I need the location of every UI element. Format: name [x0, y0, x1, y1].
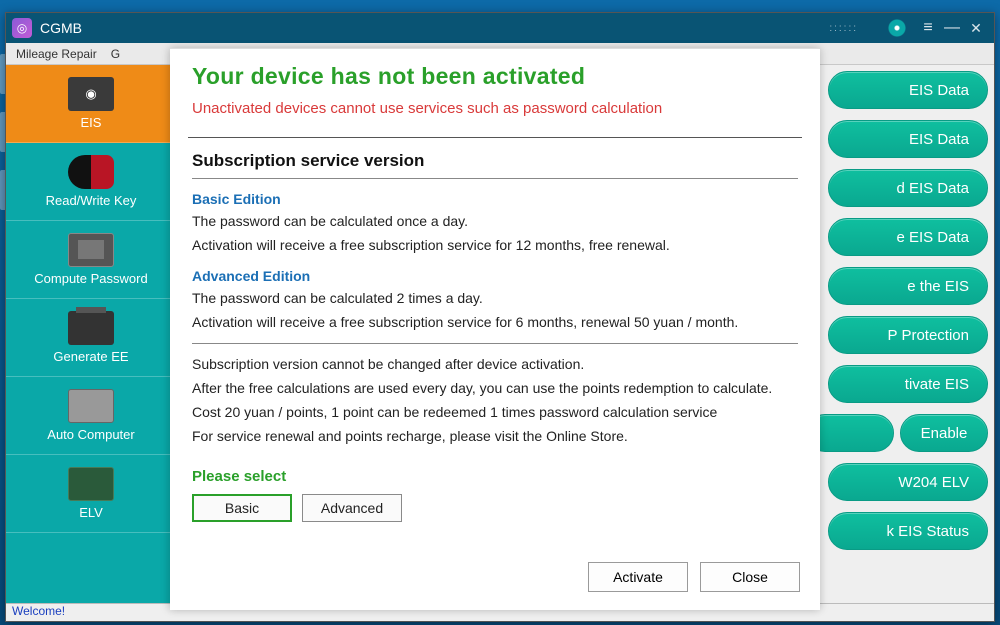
activate-button[interactable]: Activate: [588, 562, 688, 592]
minimize-button[interactable]: —: [940, 19, 964, 37]
note-3: Cost 20 yuan / points, 1 point can be re…: [192, 402, 798, 424]
action-button[interactable]: tivate EIS: [828, 365, 988, 403]
divider: [192, 343, 798, 344]
app-title: CGMB: [40, 20, 82, 36]
action-button[interactable]: P Protection: [828, 316, 988, 354]
app-logo-icon: ◎: [12, 18, 32, 38]
disc-icon: [886, 17, 908, 39]
note-4: For service renewal and points recharge,…: [192, 426, 798, 448]
option-basic[interactable]: Basic: [192, 494, 292, 522]
menu-item-g[interactable]: G: [111, 47, 120, 61]
basic-line1: The password can be calculated once a da…: [192, 211, 798, 233]
adv-line2: Activation will receive a free subscript…: [192, 312, 798, 334]
advanced-edition-title: Advanced Edition: [192, 266, 798, 288]
sidebar-item-label: EIS: [81, 115, 102, 130]
ecu-icon: [68, 389, 114, 423]
board-icon: [68, 467, 114, 501]
action-button[interactable]: e EIS Data: [828, 218, 988, 256]
sidebar-item-label: Read/Write Key: [46, 193, 137, 208]
sidebar-item-label: Generate EE: [53, 349, 128, 364]
action-button[interactable]: e the EIS: [828, 267, 988, 305]
action-button[interactable]: W204 ELV: [828, 463, 988, 501]
titlebar[interactable]: ◎ CGMB :::::: ≡ — ✕: [6, 13, 994, 43]
sidebar-item-generateee[interactable]: Generate EE: [6, 299, 176, 377]
dialog-title: Your device has not been activated: [192, 63, 798, 90]
menu-item-mileage[interactable]: Mileage Repair: [16, 47, 97, 61]
basic-line2: Activation will receive a free subscript…: [192, 235, 798, 257]
enable-button[interactable]: Enable: [900, 414, 988, 452]
sidebar-item-computepassword[interactable]: Compute Password: [6, 221, 176, 299]
sidebar-item-eis[interactable]: ◉ EIS: [6, 65, 176, 143]
action-button[interactable]: d EIS Data: [828, 169, 988, 207]
sidebar-item-label: Compute Password: [34, 271, 147, 286]
sidebar-item-elv[interactable]: ELV: [6, 455, 176, 533]
action-button[interactable]: k EIS Status: [828, 512, 988, 550]
activation-dialog: Your device has not been activated Unact…: [170, 48, 820, 610]
close-window-button[interactable]: ✕: [964, 20, 988, 37]
key-icon: [68, 155, 114, 189]
sidebar-item-label: ELV: [79, 505, 103, 520]
section-title: Subscription service version: [192, 148, 798, 174]
note-1: Subscription version cannot be changed a…: [192, 354, 798, 376]
action-button[interactable]: EIS Data: [828, 120, 988, 158]
note-2: After the free calculations are used eve…: [192, 378, 798, 400]
divider: [192, 178, 798, 179]
status-text: Welcome!: [12, 604, 65, 618]
sidebar-item-autocomputer[interactable]: Auto Computer: [6, 377, 176, 455]
dialog-warning: Unactivated devices cannot use services …: [192, 100, 798, 117]
adv-line1: The password can be calculated 2 times a…: [192, 288, 798, 310]
menu-icon[interactable]: ≡: [916, 19, 940, 37]
action-column: EIS Data EIS Data d EIS Data e EIS Data …: [820, 65, 994, 603]
camera-icon: ◉: [68, 77, 114, 111]
chip-icon: [68, 233, 114, 267]
please-select-label: Please select: [192, 465, 798, 488]
sidebar-item-label: Auto Computer: [47, 427, 134, 442]
printer-icon: [68, 311, 114, 345]
close-button[interactable]: Close: [700, 562, 800, 592]
option-advanced[interactable]: Advanced: [302, 494, 402, 522]
grip-icon: ::::::: [829, 23, 858, 34]
action-button[interactable]: EIS Data: [828, 71, 988, 109]
basic-edition-title: Basic Edition: [192, 189, 798, 211]
sidebar: ◉ EIS Read/Write Key Compute Password Ge…: [6, 65, 176, 603]
sidebar-item-readwritekey[interactable]: Read/Write Key: [6, 143, 176, 221]
